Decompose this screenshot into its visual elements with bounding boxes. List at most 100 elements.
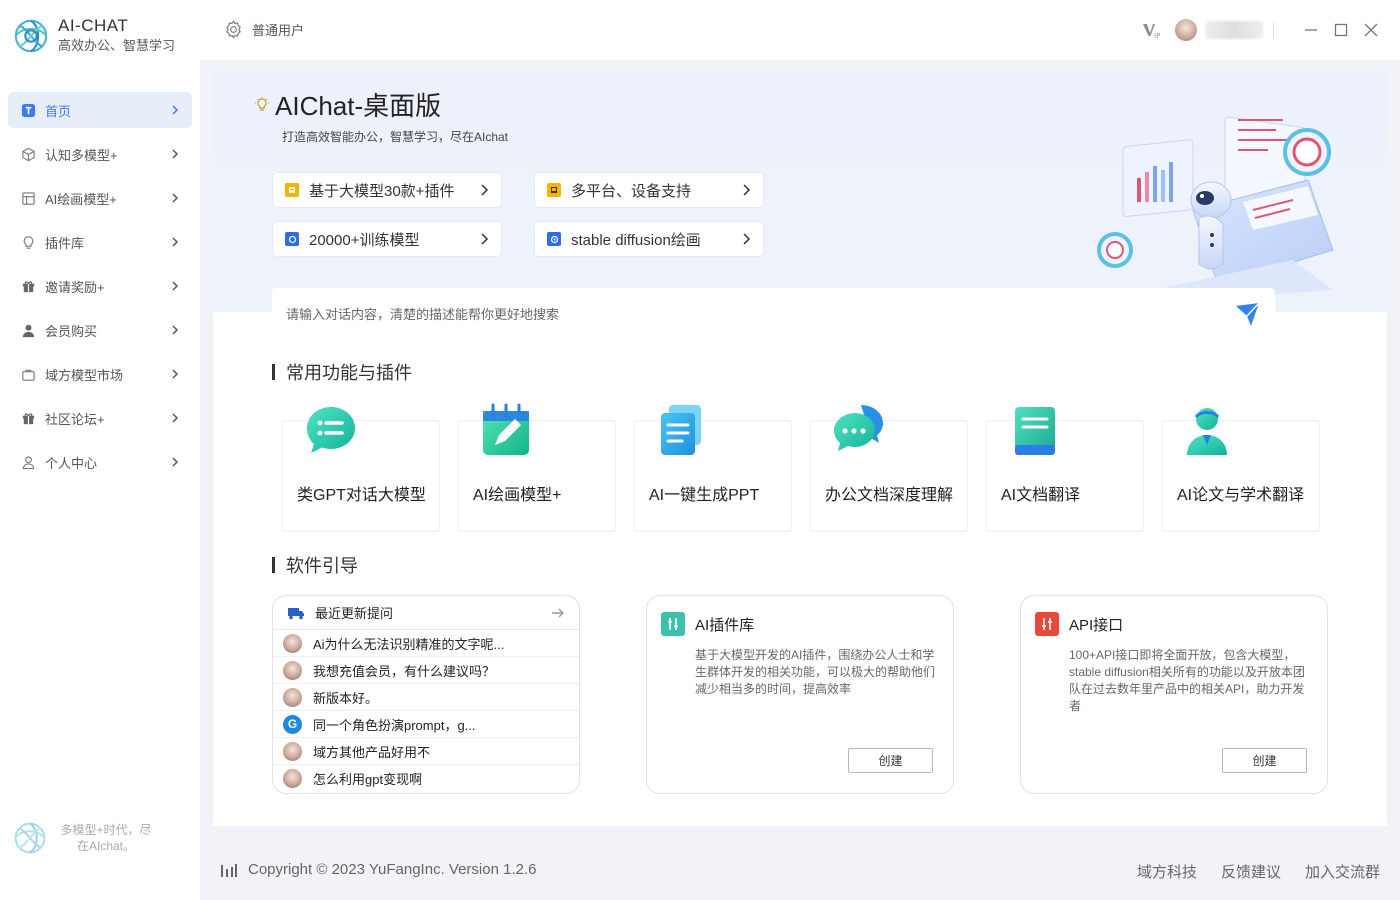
- hero-subtitle: 打造高效智能办公，智慧学习，尽在AIchat: [282, 130, 509, 144]
- app-name: AI-CHAT: [58, 16, 129, 35]
- avatar: [283, 687, 302, 707]
- footer-link-company[interactable]: 域方科技: [1137, 861, 1197, 882]
- home-t-icon: [20, 102, 36, 118]
- question-row[interactable]: 域方其他产品好用不: [273, 738, 579, 765]
- maximize-button[interactable]: [1332, 21, 1350, 39]
- sidebar-item-profile[interactable]: 个人中心: [8, 444, 192, 480]
- truck-icon: [288, 607, 304, 619]
- hero-title: AIChat-桌面版: [255, 86, 441, 123]
- recent-questions-title: 最近更新提问: [315, 606, 394, 621]
- api-title: API接口: [1069, 616, 1124, 634]
- chat-search-box: [272, 288, 1275, 340]
- sidebar-footer-line: 多模型+时代，尽: [60, 823, 152, 837]
- section-title-text: 常用功能与插件: [286, 363, 412, 383]
- person-outline-icon: [20, 454, 36, 470]
- avatar: [283, 769, 302, 788]
- create-plugin-button[interactable]: 创建: [848, 748, 933, 773]
- question-row[interactable]: 怎么利用gpt变现啊: [273, 765, 579, 792]
- notepad-pen-icon: [483, 403, 529, 455]
- question-text: 域方其他产品好用不: [313, 744, 431, 760]
- sidebar-item-label: 个人中心: [45, 455, 98, 471]
- maximize-icon: [1334, 23, 1348, 37]
- sidebar-item-invite-rewards[interactable]: 邀请奖励+: [8, 268, 192, 304]
- gift-icon: [20, 278, 36, 294]
- app-logo-icon: [14, 822, 46, 854]
- footer-link-join-group[interactable]: 加入交流群: [1305, 861, 1380, 882]
- feature-plugins-button[interactable]: 基于大模型30款+插件: [272, 172, 502, 208]
- question-row[interactable]: 我想充值会员，有什么建议吗？: [273, 657, 579, 684]
- question-row[interactable]: G 同一个角色扮演prompt，g...: [273, 711, 579, 738]
- copyright: Copyright © 2023 YuFangInc. Version 1.2.…: [220, 861, 536, 878]
- sidebar-item-membership[interactable]: 会员购买: [8, 312, 192, 348]
- sidebar: AI-CHAT 高效办公、智慧学习 首页 认知多模型+ AI绘画模型+ 插件库 …: [0, 0, 200, 900]
- minimize-button[interactable]: [1302, 21, 1320, 39]
- close-icon: [1364, 23, 1378, 37]
- avatar[interactable]: [1175, 19, 1197, 41]
- chat-input[interactable]: [286, 306, 1233, 322]
- copyright-text: Copyright © 2023 YuFangInc. Version 1.2.…: [248, 861, 537, 878]
- chevron-right-icon: [172, 193, 179, 203]
- chevron-right-icon: [481, 233, 489, 245]
- question-row[interactable]: 新版本好。: [273, 684, 579, 711]
- question-row[interactable]: Ai为什么无法识别精准的文字呢...: [273, 630, 579, 657]
- tool-label: AI绘画模型+: [473, 487, 562, 504]
- sidebar-item-label: 认知多模型+: [45, 147, 118, 163]
- feature-icon: [285, 183, 299, 197]
- plugin-library-desc: 基于大模型开发的AI插件，围绕办公人士和学生群体开发的相关功能，可以极大的帮助他…: [695, 648, 936, 696]
- footer: Copyright © 2023 YuFangInc. Version 1.2.…: [200, 838, 1400, 900]
- section-title-tools: 常用功能与插件: [272, 359, 412, 385]
- vip-icon[interactable]: IP: [1141, 20, 1161, 40]
- tool-label: AI一键生成PPT: [649, 487, 760, 504]
- section-bar: [272, 557, 275, 573]
- feature-models-button[interactable]: 20000+训练模型: [272, 221, 502, 257]
- sidebar-item-ai-painting[interactable]: AI绘画模型+: [8, 180, 192, 216]
- document-icon: [661, 405, 701, 455]
- tool-card-chat[interactable]: 类GPT对话大模型: [282, 407, 440, 532]
- tool-card-doc-understanding[interactable]: 办公文档深度理解: [810, 405, 968, 532]
- api-desc: 100+API接口即将全面开放，包含大模型，stable diffusion相关…: [1069, 648, 1305, 713]
- chevron-right-icon: [172, 105, 179, 115]
- speech-bubbles-icon: [834, 405, 883, 451]
- close-button[interactable]: [1362, 21, 1380, 39]
- bar-chart-icon: [221, 863, 237, 877]
- section-bar: [272, 364, 275, 380]
- sidebar-item-community[interactable]: 社区论坛+: [8, 400, 192, 436]
- sidebar-item-model-market[interactable]: 域方模型市场: [8, 356, 192, 392]
- tool-card-academic-translate[interactable]: AI论文与学术翻译: [1162, 408, 1320, 532]
- chevron-right-icon: [172, 149, 179, 159]
- arrow-right-icon[interactable]: [551, 606, 565, 620]
- sidebar-nav: 首页 认知多模型+ AI绘画模型+ 插件库 邀请奖励+ 会员购买 域方模型市场 …: [8, 92, 192, 488]
- feature-diffusion-button[interactable]: stable diffusion绘画: [534, 221, 764, 257]
- send-icon[interactable]: [1233, 300, 1261, 328]
- cube-icon: [20, 146, 36, 162]
- tool-card-painting[interactable]: AI绘画模型+: [458, 403, 616, 532]
- tool-card-doc-translate[interactable]: AI文档翻译: [986, 407, 1144, 532]
- username-blurred: [1205, 21, 1263, 39]
- tool-label: 办公文档深度理解: [825, 487, 954, 504]
- feature-label: 20000+训练模型: [309, 231, 420, 249]
- recent-questions-header[interactable]: 最近更新提问: [273, 596, 579, 630]
- recent-questions-card: 最近更新提问 Ai为什么无法识别精准的文字呢... 我想充值会员，有什么建议吗？…: [272, 595, 580, 794]
- lightbulb-icon: [255, 96, 269, 111]
- chevron-right-icon: [172, 325, 179, 335]
- sidebar-item-home[interactable]: 首页: [8, 92, 192, 128]
- minimize-icon: [1305, 29, 1317, 31]
- feature-platform-button[interactable]: 多平台、设备支持: [534, 172, 764, 208]
- brand: AI-CHAT 高效办公、智慧学习: [12, 16, 175, 55]
- robot-laptop-illustration: [1097, 116, 1334, 300]
- chevron-right-icon: [172, 457, 179, 467]
- sidebar-item-label: 插件库: [45, 235, 85, 251]
- user-role[interactable]: 普通用户: [224, 20, 304, 39]
- sidebar-item-cognitive-models[interactable]: 认知多模型+: [8, 136, 192, 172]
- app-logo-icon: [14, 19, 48, 52]
- footer-link-feedback[interactable]: 反馈建议: [1221, 861, 1281, 882]
- create-api-button[interactable]: 创建: [1222, 748, 1307, 773]
- chevron-right-icon: [481, 184, 489, 196]
- sidebar-item-plugins[interactable]: 插件库: [8, 224, 192, 260]
- feature-icon: [547, 183, 561, 197]
- svg-text:IP: IP: [1154, 32, 1160, 40]
- sidebar-item-label: AI绘画模型+: [45, 191, 117, 207]
- user-icon: [20, 322, 36, 338]
- sidebar-item-label: 会员购买: [45, 323, 98, 339]
- tool-card-ppt[interactable]: AI一键生成PPT: [634, 405, 792, 532]
